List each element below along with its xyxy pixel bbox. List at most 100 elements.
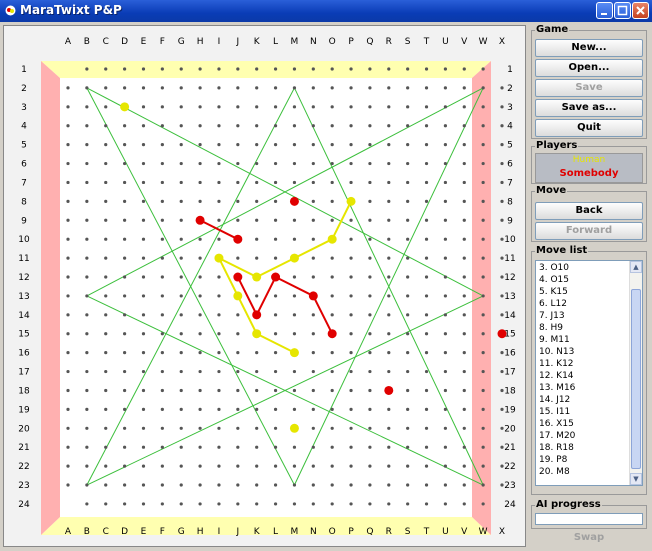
move-list-item[interactable]: 9. M11	[539, 334, 642, 346]
peg-hole[interactable]	[198, 445, 202, 449]
peg-hole[interactable]	[311, 313, 315, 317]
peg-hole[interactable]	[330, 464, 334, 468]
peg-hole[interactable]	[368, 464, 372, 468]
peg-hole[interactable]	[85, 407, 89, 411]
peg-hole[interactable]	[160, 445, 164, 449]
peg-hole[interactable]	[481, 199, 485, 203]
peg-hole[interactable]	[217, 407, 221, 411]
peg-hole[interactable]	[123, 502, 127, 506]
peg-hole[interactable]	[292, 275, 297, 279]
peg-hole[interactable]	[179, 124, 183, 128]
move-list-item[interactable]: 3. O10	[539, 262, 642, 274]
move-list-item[interactable]: 18. R18	[539, 442, 642, 454]
move-list-item[interactable]: 19. P8	[539, 454, 642, 466]
peg-hole[interactable]	[387, 483, 391, 487]
peg-hole[interactable]	[462, 105, 466, 109]
peg-hole[interactable]	[481, 218, 485, 222]
peg-hole[interactable]	[462, 313, 466, 317]
move-list-item[interactable]: 11. K12	[539, 358, 642, 370]
peg-hole[interactable]	[141, 180, 146, 185]
peg-hole[interactable]	[387, 199, 391, 203]
peg-hole[interactable]	[104, 332, 108, 336]
peg-hole[interactable]	[368, 86, 372, 90]
peg-hole[interactable]	[160, 124, 164, 128]
peg-hole[interactable]	[273, 351, 278, 355]
peg-hole[interactable]	[255, 124, 259, 128]
peg-hole[interactable]	[330, 218, 334, 222]
peg-hole[interactable]	[368, 388, 372, 393]
peg-hole[interactable]	[311, 124, 315, 128]
peg-hole[interactable]	[236, 502, 240, 506]
peg-hole[interactable]	[424, 199, 429, 203]
peg-hole[interactable]	[217, 67, 221, 71]
peg-hole[interactable]	[311, 351, 315, 355]
peg-hole[interactable]	[406, 67, 410, 71]
peg-hole[interactable]	[85, 502, 89, 506]
peg-hole[interactable]	[236, 483, 240, 487]
peg-hole[interactable]	[141, 294, 146, 298]
peg-hole[interactable]	[349, 218, 353, 222]
peg-hole[interactable]	[198, 426, 202, 430]
peg-hole[interactable]	[104, 161, 108, 166]
peg-hole[interactable]	[462, 502, 466, 506]
peg-hole[interactable]	[273, 105, 278, 109]
peg-hole[interactable]	[255, 445, 259, 449]
peg-hole[interactable]	[255, 67, 259, 71]
peg-hole[interactable]	[255, 407, 259, 411]
peg-hole[interactable]	[198, 464, 202, 468]
peg-hole[interactable]	[481, 256, 485, 260]
peg-hole[interactable]	[160, 502, 164, 506]
peg-hole[interactable]	[292, 369, 297, 374]
peg-hole[interactable]	[462, 143, 466, 147]
peg-hole[interactable]	[368, 256, 372, 260]
peg-hole[interactable]	[179, 332, 183, 336]
peg-hole[interactable]	[273, 388, 278, 393]
peg-hole[interactable]	[311, 275, 315, 279]
peg-hole[interactable]	[500, 426, 504, 430]
peg-hole[interactable]	[481, 502, 485, 506]
peg-hole[interactable]	[123, 67, 127, 71]
peg-hole[interactable]	[368, 369, 372, 374]
peg-hole[interactable]	[311, 86, 315, 90]
save-button[interactable]: Save	[535, 79, 643, 97]
peg-hole[interactable]	[311, 161, 315, 166]
peg-hole[interactable]	[179, 426, 183, 430]
peg-hole[interactable]	[123, 332, 127, 336]
move-list-item[interactable]: 6. L12	[539, 298, 642, 310]
peg-hole[interactable]	[424, 105, 429, 109]
peg-hole[interactable]	[66, 388, 70, 393]
peg-hole[interactable]	[424, 180, 429, 185]
peg-hole[interactable]	[179, 237, 183, 241]
peg-hole[interactable]	[66, 445, 70, 449]
peg-hole[interactable]	[387, 464, 391, 468]
peg-hole[interactable]	[66, 275, 70, 279]
peg-hole[interactable]	[330, 124, 334, 128]
peg-hole[interactable]	[66, 256, 70, 260]
peg-hole[interactable]	[443, 143, 447, 147]
move-list[interactable]: 3. O10 4. O15 5. K15 6. L12 7. J13 8. H9 9. M1…	[535, 260, 643, 486]
peg-hole[interactable]	[217, 105, 221, 109]
peg-hole[interactable]	[198, 388, 202, 393]
peg-hole[interactable]	[462, 351, 466, 355]
peg-hole[interactable]	[123, 483, 127, 487]
peg-hole[interactable]	[311, 407, 315, 411]
peg-hole[interactable]	[349, 237, 353, 241]
peg-hole[interactable]	[255, 483, 259, 487]
peg-hole[interactable]	[424, 294, 429, 298]
peg-hole[interactable]	[424, 369, 429, 374]
peg-hole[interactable]	[236, 124, 240, 128]
peg-hole[interactable]	[349, 313, 353, 317]
peg-hole[interactable]	[198, 332, 202, 336]
peg-hole[interactable]	[462, 124, 466, 128]
peg-hole[interactable]	[236, 199, 240, 203]
peg-hole[interactable]	[217, 237, 221, 241]
peg-hole[interactable]	[368, 294, 372, 298]
peg-hole[interactable]	[85, 180, 89, 185]
peg-hole[interactable]	[330, 294, 334, 298]
peg-hole[interactable]	[330, 426, 334, 430]
peg-hole[interactable]	[368, 502, 372, 506]
peg-hole[interactable]	[85, 332, 89, 336]
peg-hole[interactable]	[255, 426, 259, 430]
peg-hole[interactable]	[406, 124, 410, 128]
peg-hole[interactable]	[66, 105, 70, 109]
